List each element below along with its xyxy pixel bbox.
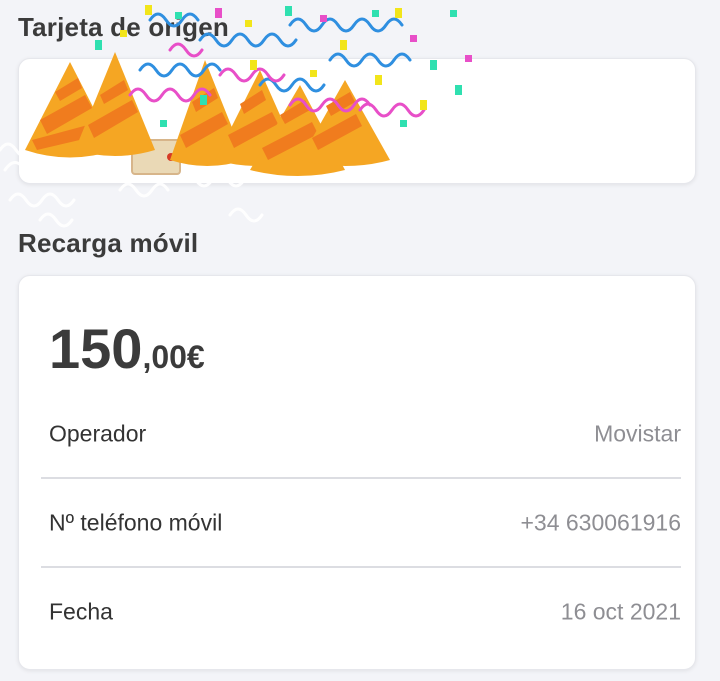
date-value: 16 oct 2021 [560,598,681,625]
recharge-title: Recarga móvil [18,228,199,258]
recharge-card: 150,00€ Operador Movistar Nº teléfono mó… [18,275,696,670]
phone-row: Nº teléfono móvil +34 630061916 [41,479,681,567]
operator-value: Movistar [594,420,681,447]
recharge-detail-screen: Tarjeta de origen Recarga móvil 150,00€ … [0,0,720,681]
phone-label: Nº teléfono móvil [49,509,223,536]
date-row: Fecha 16 oct 2021 [41,568,681,656]
date-label: Fecha [49,598,113,625]
amount-integer: 150 [49,317,143,380]
credit-card-icon [131,139,181,175]
origin-card[interactable] [18,58,696,184]
operator-row: Operador Movistar [41,390,681,478]
recharge-amount: 150,00€ [49,316,205,381]
operator-label: Operador [49,420,147,447]
phone-value: +34 630061916 [520,509,681,536]
origin-card-title: Tarjeta de origen [18,12,229,42]
amount-decimal: ,00€ [142,339,205,375]
